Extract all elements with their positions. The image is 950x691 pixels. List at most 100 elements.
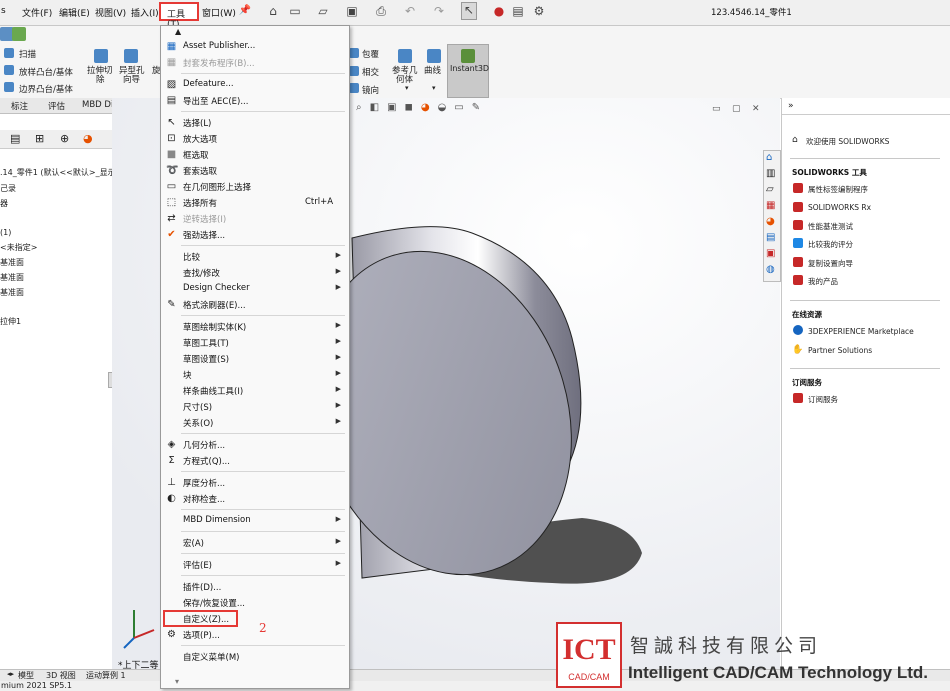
menu-item-o[interactable]: 关系(O) ▶ — [161, 415, 347, 430]
menu-item-idx-10[interactable]: ▭ 在几何图形上选择 — [161, 179, 347, 194]
tab-scroll-icon[interactable]: ◂▸ — [7, 670, 14, 678]
wrap-button[interactable]: 包覆 — [362, 48, 379, 60]
menu-item-idx-9[interactable]: ➰ 套索选取 — [161, 163, 347, 178]
menu-view[interactable]: 视图(V) — [95, 6, 126, 19]
extrude-cut-label-2[interactable]: 除 — [96, 73, 105, 85]
sweep-button[interactable]: 扫描 — [19, 48, 36, 60]
subscription-link[interactable]: 订阅服务 — [808, 394, 838, 405]
home-icon[interactable]: ⌂ — [266, 4, 280, 18]
tree-history[interactable]: 己录 — [0, 183, 16, 194]
minimize-icon[interactable]: ▭ — [712, 104, 721, 114]
tab-annotation[interactable]: 标注 — [11, 100, 28, 112]
menu-item-s[interactable]: 草图设置(S) ▶ — [161, 351, 347, 366]
tree-sensors[interactable]: 器 — [0, 198, 8, 209]
menu-item-idx-13[interactable]: ✔ 强劲选择... — [161, 227, 347, 242]
save-icon[interactable]: ▣ — [345, 4, 359, 18]
configuration-manager-icon[interactable]: ⊞ — [35, 132, 44, 145]
menu-item-t[interactable]: 草图工具(T) ▶ — [161, 335, 347, 350]
tree-plane-front[interactable]: 基准面 — [0, 257, 24, 268]
menu-item-l[interactable]: ↖ 选择(L) — [161, 115, 347, 130]
menu-item-design-checker[interactable]: Design Checker ▶ — [161, 281, 347, 296]
task-home-icon[interactable]: ⌂ — [766, 152, 772, 163]
tree-extrude1[interactable]: 拉伸1 — [0, 316, 21, 327]
mirror-button[interactable]: 镜向 — [362, 84, 379, 96]
menu-item-idx-15[interactable]: 比较 ▶ — [161, 249, 347, 264]
tree-annotations[interactable]: (1) — [0, 228, 11, 237]
menu-item-a[interactable]: 宏(A) ▶ — [161, 535, 347, 550]
new-document-icon[interactable]: ▭ — [288, 4, 302, 18]
quick-icon-2[interactable] — [12, 27, 26, 41]
menu-item-e[interactable]: 评估(E) ▶ — [161, 557, 347, 572]
intersect-button[interactable]: 相交 — [362, 66, 379, 78]
menu-item-idx-23[interactable]: 块 ▶ — [161, 367, 347, 382]
monitor-icon[interactable]: ▭ — [454, 102, 471, 113]
tool-link-1[interactable]: SOLIDWORKS Rx — [808, 203, 871, 212]
undo-icon[interactable]: ↶ — [403, 4, 417, 18]
menu-window[interactable]: 窗口(W) — [202, 6, 236, 19]
tree-root[interactable]: .14_零件1 (默认<<默认>_显示 — [0, 167, 116, 178]
traffic-light-icon[interactable]: ● — [492, 4, 506, 18]
task-forum-icon[interactable]: ▣ — [766, 248, 775, 259]
open-folder-icon[interactable]: ▱ — [316, 4, 330, 18]
task-library-icon[interactable]: ▥ — [766, 168, 775, 179]
print-icon[interactable]: ⎙ — [374, 4, 388, 18]
welcome-link[interactable]: 欢迎使用 SOLIDWORKS — [806, 136, 889, 147]
boundary-button[interactable]: 边界凸台/基体 — [19, 83, 73, 95]
task-explorer-icon[interactable]: ▱ — [766, 184, 774, 195]
task-globe-icon[interactable]: ◍ — [766, 264, 775, 275]
appearance-icon[interactable]: ◕ — [421, 102, 438, 113]
online-link-0[interactable]: 3DEXPERIENCE Marketplace — [808, 327, 914, 336]
loft-button[interactable]: 放样凸台/基体 — [19, 66, 73, 78]
select-arrow-icon[interactable]: ↖ — [461, 2, 477, 20]
menu-edit[interactable]: 编辑(E) — [59, 6, 90, 19]
tab-3d-view[interactable]: 3D 视图 — [46, 670, 76, 681]
restore-icon[interactable]: ▢ — [732, 104, 741, 114]
instant3d-button[interactable]: Instant3D — [447, 44, 489, 98]
menu-file[interactable]: 文件(F) — [22, 6, 52, 19]
menu-item-idx-41[interactable]: 保存/恢复设置... — [161, 595, 347, 610]
scroll-up-icon[interactable]: ▲ — [175, 27, 181, 36]
dimxpert-icon[interactable]: ⊕ — [60, 132, 69, 145]
menu-item-idx-32[interactable]: ◐ 对称检查... — [161, 491, 347, 506]
menu-item-asset-publisher[interactable]: ▦ Asset Publisher... — [161, 39, 347, 54]
menu-item-s[interactable]: 尺寸(S) ▶ — [161, 399, 347, 414]
tool-link-5[interactable]: 我的产品 — [808, 276, 838, 287]
menu-item-defeature[interactable]: ▨ Defeature... — [161, 77, 347, 92]
menu-item-i[interactable]: 样条曲线工具(I) ▶ — [161, 383, 347, 398]
view-settings-icon[interactable]: ✎ — [472, 102, 488, 113]
scene-icon[interactable]: ◒ — [438, 102, 455, 113]
tool-link-0[interactable]: 属性标签编制程序 — [808, 184, 868, 195]
close-icon[interactable]: ✕ — [752, 104, 760, 114]
scroll-down-icon[interactable]: ▾ — [175, 677, 179, 686]
property-manager-icon[interactable]: ▤ — [10, 132, 20, 145]
tool-link-4[interactable]: 复制设置向导 — [808, 258, 853, 269]
menu-item-e[interactable]: ✎ 格式涂刷器(E)... — [161, 297, 347, 312]
view-orientation-icon[interactable]: ▣ — [387, 102, 404, 113]
tree-plane-right[interactable]: 基准面 — [0, 287, 24, 298]
zoom-to-fit-icon[interactable]: ⌕ — [356, 102, 370, 113]
menu-tools[interactable]: 工具(T) — [159, 2, 199, 30]
menu-item-p[interactable]: ⚙ 选项(P)... — [161, 627, 347, 642]
menu-item-d[interactable]: 插件(D)... — [161, 579, 347, 594]
menu-item-mbd-dimension[interactable]: MBD Dimension ▶ — [161, 513, 347, 528]
menu-item-q[interactable]: Σ 方程式(Q)... — [161, 453, 347, 468]
ref-geometry-dropdown-icon[interactable]: ▾ — [405, 84, 409, 92]
redo-icon[interactable]: ↷ — [432, 4, 446, 18]
task-custom-props-icon[interactable]: ▤ — [766, 232, 775, 243]
curves-dropdown-icon[interactable]: ▾ — [432, 84, 436, 92]
online-link-1[interactable]: Partner Solutions — [808, 346, 872, 355]
hole-wizard-label-2[interactable]: 向导 — [123, 73, 140, 85]
display-style-icon[interactable]: ◼ — [405, 102, 421, 113]
menu-item-idx-31[interactable]: ⊥ 厚度分析... — [161, 475, 347, 490]
tree-plane-top[interactable]: 基准面 — [0, 272, 24, 283]
tab-evaluate[interactable]: 评估 — [48, 100, 65, 112]
tab-model[interactable]: 模型 — [18, 670, 34, 681]
menu-item-idx-11[interactable]: ⬚ 选择所有 Ctrl+A — [161, 195, 347, 210]
curves-button[interactable]: 曲线 — [424, 64, 441, 76]
menu-item-idx-16[interactable]: 查找/修改 ▶ — [161, 265, 347, 280]
menu-insert[interactable]: 插入(I) — [131, 6, 159, 19]
file-properties-icon[interactable]: ▤ — [511, 4, 525, 18]
expand-pane-icon[interactable]: » — [788, 101, 794, 111]
gear-icon[interactable]: ⚙ — [532, 4, 546, 18]
menu-item-k[interactable]: 草图绘制实体(K) ▶ — [161, 319, 347, 334]
